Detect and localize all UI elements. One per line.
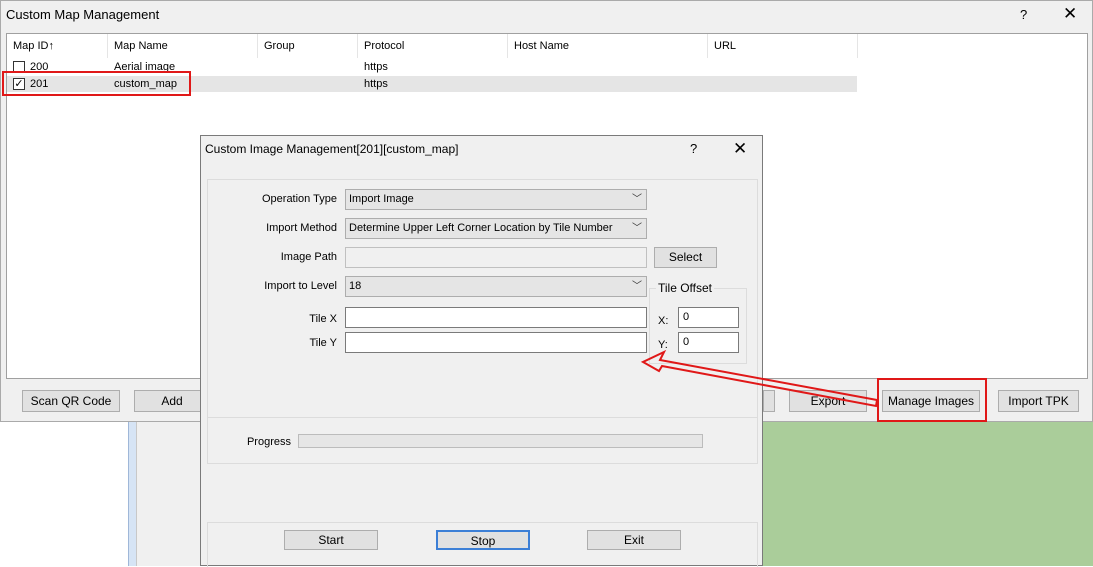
annotation-arrow [640,349,879,408]
